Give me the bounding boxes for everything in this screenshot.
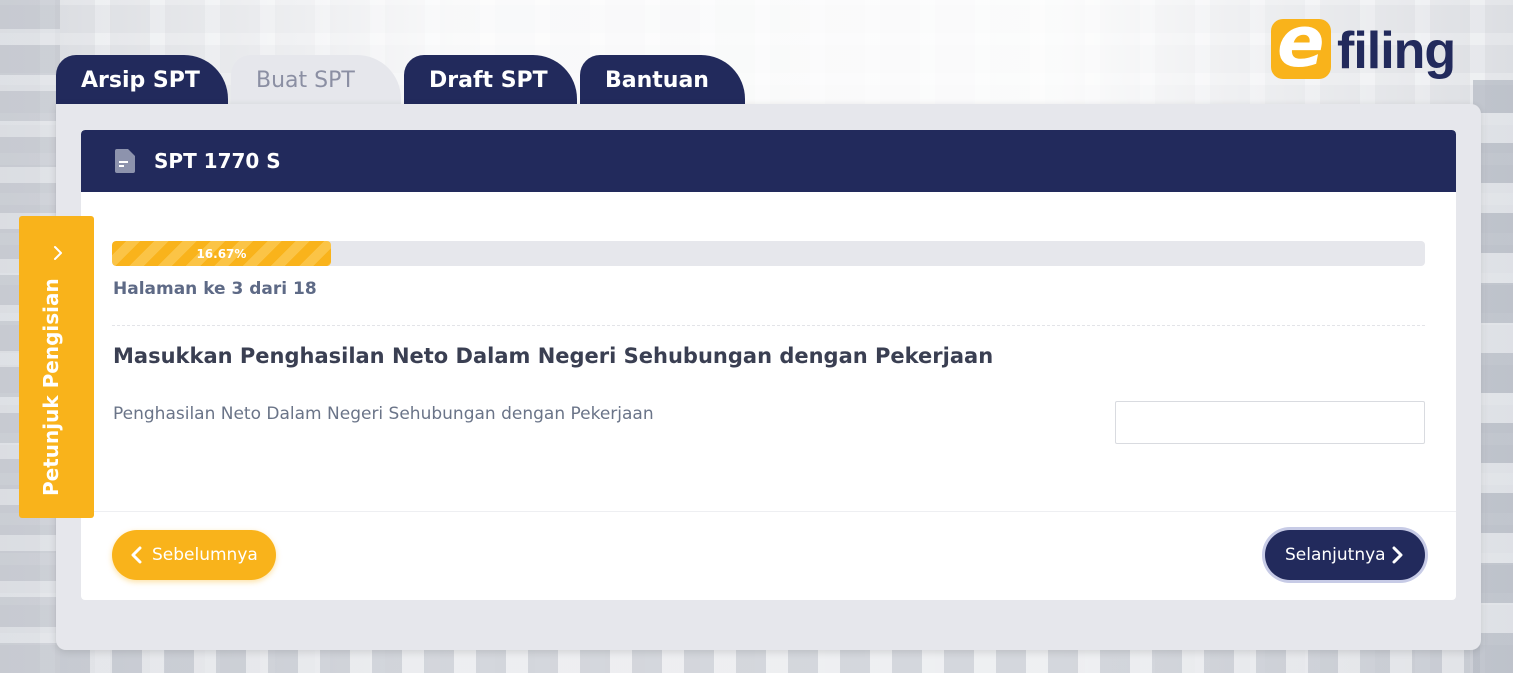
side-panel-label: Petunjuk Pengisian [39,278,63,496]
next-button-label: Selanjutnya [1285,545,1386,565]
petunjuk-pengisian-toggle[interactable]: Petunjuk Pengisian [19,216,94,518]
form-card: SPT 1770 S 16.67% Halaman ke 3 dari 18 M… [81,130,1456,600]
progress-label: 16.67% [196,246,247,261]
footer-divider [81,511,1456,512]
page-indicator: Halaman ke 3 dari 18 [113,279,317,299]
tab-buat-spt[interactable]: Buat SPT [231,55,401,105]
card-title: SPT 1770 S [154,149,281,173]
efiling-logo: e filing [1271,7,1456,91]
card-header: SPT 1770 S [81,130,1456,192]
section-title: Masukkan Penghasilan Neto Dalam Negeri S… [113,344,994,368]
logo-e-mark: e [1271,7,1331,79]
chevron-right-icon [1392,546,1403,564]
progress-bar: 16.67% [112,241,1425,266]
next-button[interactable]: Selanjutnya [1265,530,1425,580]
penghasilan-neto-input[interactable] [1115,401,1425,444]
tab-bantuan[interactable]: Bantuan [580,55,745,105]
tab-draft-spt[interactable]: Draft SPT [404,55,577,105]
tab-arsip-spt[interactable]: Arsip SPT [56,55,228,105]
progress-fill: 16.67% [112,241,331,266]
chevron-right-icon [54,246,62,260]
previous-button[interactable]: Sebelumnya [112,530,276,580]
divider [112,325,1425,326]
logo-wordmark: filing [1337,22,1456,80]
document-icon [115,149,135,173]
main-tabs: Arsip SPT Buat SPT Draft SPT Bantuan [56,55,748,105]
field-label: Penghasilan Neto Dalam Negeri Sehubungan… [113,404,654,424]
chevron-left-icon [131,546,142,564]
previous-button-label: Sebelumnya [152,545,258,565]
